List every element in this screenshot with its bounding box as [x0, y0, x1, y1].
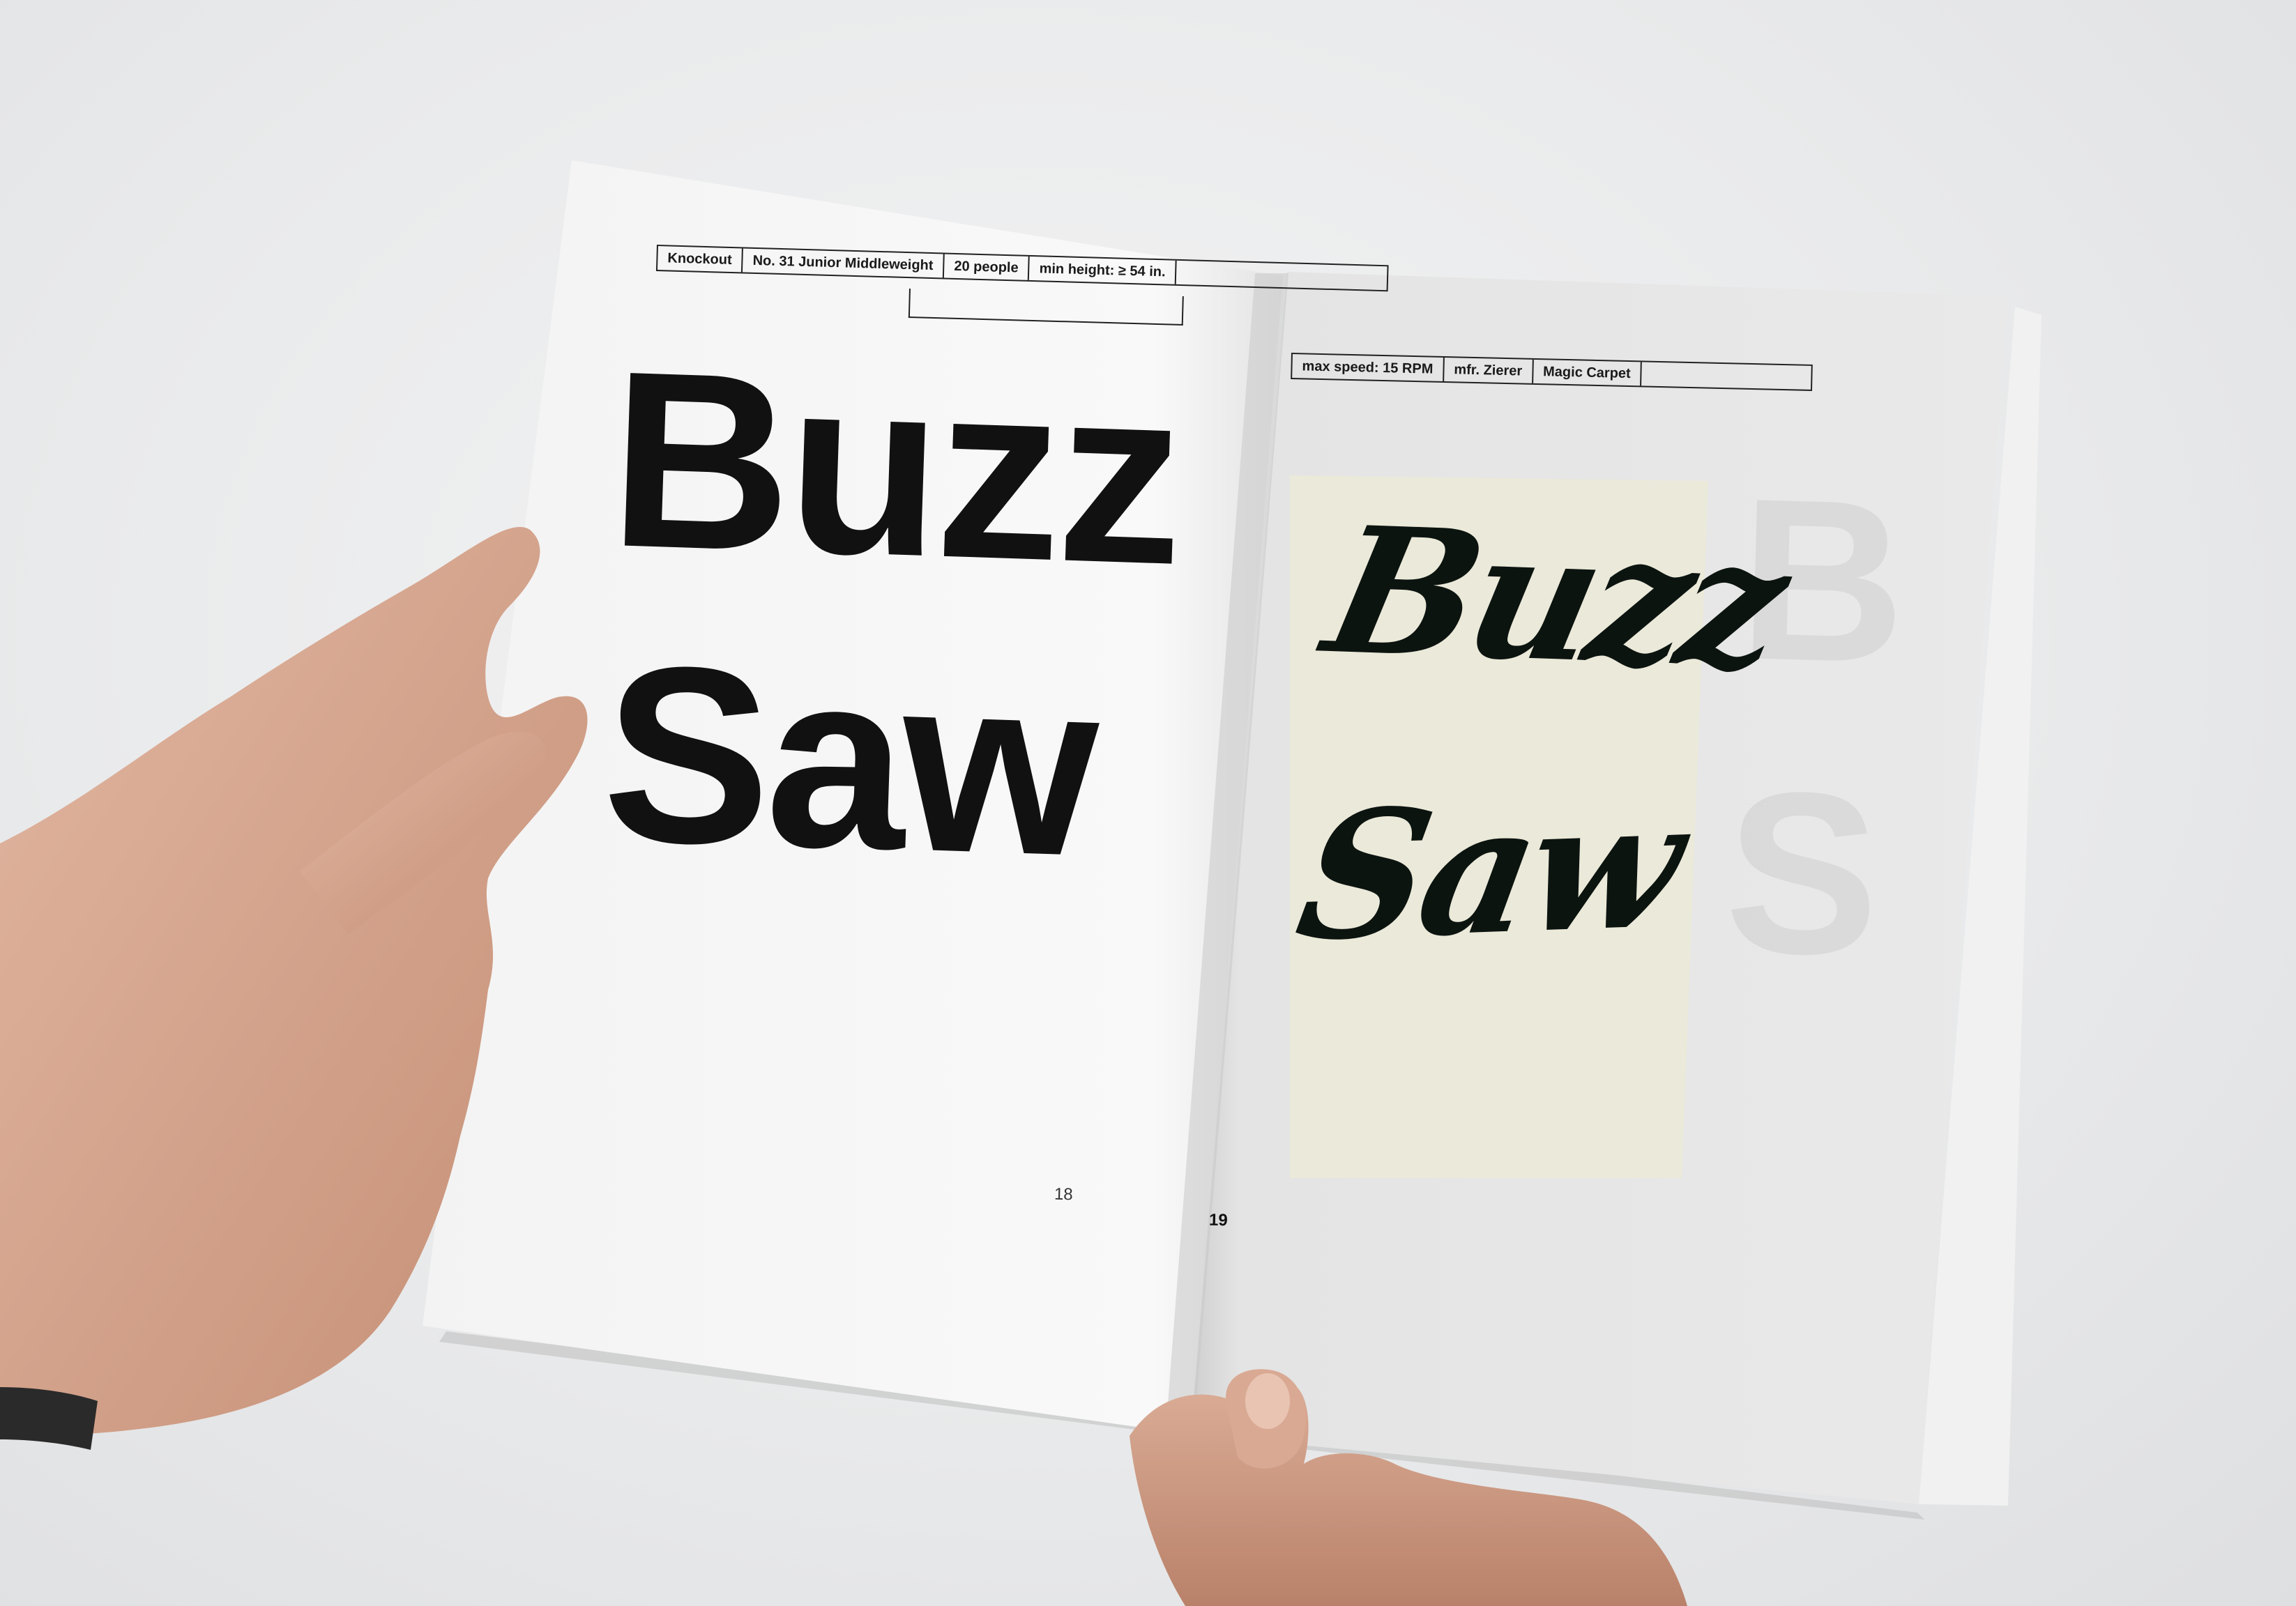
- page-number-right: 19: [1208, 1210, 1228, 1230]
- page-title-line-2: Saw: [599, 613, 1098, 910]
- script-lettering-line-1: Buzz: [1310, 488, 1798, 708]
- meta-empty-cell-right: [1641, 362, 1811, 389]
- photo-scene: B S Knockout No. 31 Junior Middleweight …: [0, 0, 2296, 1606]
- ghost-letter-s: S: [1722, 742, 1883, 1004]
- meta-capacity: 20 people: [943, 254, 1031, 280]
- meta-ride-category: Knockout: [657, 246, 744, 273]
- page-number-left: 18: [1054, 1184, 1074, 1204]
- script-lettering-line-2: Saw: [1284, 760, 1694, 981]
- meta-manufacturer: mfr. Zierer: [1443, 357, 1534, 383]
- page-title-line-1: Buzz: [606, 319, 1185, 618]
- meta-empty-cell: [1176, 261, 1387, 290]
- thumbnail: [1245, 1373, 1290, 1429]
- meta-ride-number: No. 31 Junior Middleweight: [743, 248, 945, 278]
- meta-max-speed: max speed: 15 RPM: [1292, 354, 1445, 381]
- meta-min-height: min height: ≥ 54 in.: [1029, 256, 1178, 284]
- meta-model: Magic Carpet: [1533, 359, 1643, 386]
- scene-shapes: [0, 160, 2042, 1606]
